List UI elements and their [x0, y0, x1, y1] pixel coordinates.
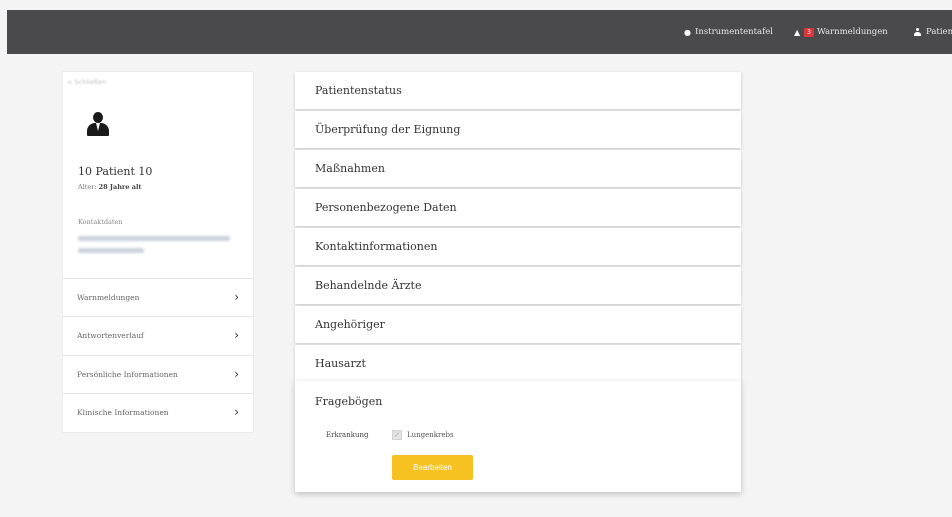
chevron-right-icon: › [234, 290, 239, 304]
sidebar-item-label: Klinische Informationen [77, 407, 169, 417]
accordion-questionnaires-title[interactable]: Fragebögen [315, 395, 382, 408]
sidebar-item-label: Persönliche Informationen [77, 369, 178, 379]
sidebar-item-alerts[interactable]: Warnmeldungen › [63, 278, 253, 315]
chevron-right-icon: › [234, 367, 239, 381]
sidebar-item-answer-history[interactable]: Antwortenverlauf › [63, 316, 253, 353]
chevron-right-icon: › [234, 405, 239, 419]
contact-label: Kontaktdaten [78, 218, 123, 226]
sidebar-item-personal-info[interactable]: Persönliche Informationen › [63, 355, 253, 392]
bell-icon: ▲ [794, 27, 801, 37]
sidebar-item-label: Antwortenverlauf [77, 330, 144, 340]
contact-phone-redacted [78, 248, 144, 253]
accordion-treating-doctors[interactable]: Behandelnde Ärzte [295, 267, 741, 304]
back-link[interactable]: < Schließen [67, 78, 106, 86]
dashboard-icon: ● [684, 27, 691, 37]
nav-patients-label: Patiente [926, 27, 952, 37]
checkmark-icon: ✓ [394, 431, 400, 439]
accordion-family-doctor[interactable]: Hausarzt [295, 345, 741, 382]
edit-button[interactable]: Bearbeiten [392, 455, 473, 480]
contact-email-redacted [78, 236, 230, 241]
accordion-personal-data[interactable]: Personenbezogene Daten [295, 189, 741, 226]
nav-patients[interactable]: Patiente [914, 10, 952, 54]
lung-cancer-checkbox[interactable]: ✓ [392, 430, 402, 440]
patient-age: Alter: 28 Jahre alt [78, 183, 141, 191]
accordion-patient-status[interactable]: Patientenstatus [295, 72, 741, 109]
accordion-measures[interactable]: Maßnahmen [295, 150, 741, 187]
chevron-right-icon: › [234, 328, 239, 342]
lung-cancer-label: Lungenkrebs [407, 431, 454, 439]
accordion-relative[interactable]: Angehöriger [295, 306, 741, 343]
sidebar-item-label: Warnmeldungen [77, 292, 140, 302]
nav-dashboard[interactable]: ● Instrumententafel [684, 10, 773, 54]
alerts-count-badge: 3 [804, 27, 814, 37]
condition-label: Erkrankung [326, 431, 369, 439]
nav-alerts[interactable]: ▲ 3 Warnmeldungen [794, 10, 888, 54]
avatar-icon [87, 112, 109, 136]
patient-name: 10 Patient 10 [78, 165, 153, 178]
nav-dashboard-label: Instrumententafel [694, 27, 773, 37]
patient-sidebar: < Schließen 10 Patient 10 Alter: 28 Jahr… [62, 71, 254, 433]
age-value: 28 Jahre alt [98, 183, 142, 191]
sidebar-item-clinical-info[interactable]: Klinische Informationen › [63, 393, 253, 430]
accordion-questionnaires: Fragebögen Erkrankung ✓ Lungenkrebs Bear… [295, 381, 741, 492]
top-navigation-bar: ● Instrumententafel ▲ 3 Warnmeldungen Pa… [7, 10, 952, 54]
nav-alerts-label: Warnmeldungen [816, 27, 888, 37]
accordion-contact-info[interactable]: Kontaktinformationen [295, 228, 741, 265]
age-label: Alter: [78, 183, 97, 191]
user-icon [914, 28, 921, 36]
accordion-eligibility[interactable]: Überprüfung der Eignung [295, 111, 741, 148]
